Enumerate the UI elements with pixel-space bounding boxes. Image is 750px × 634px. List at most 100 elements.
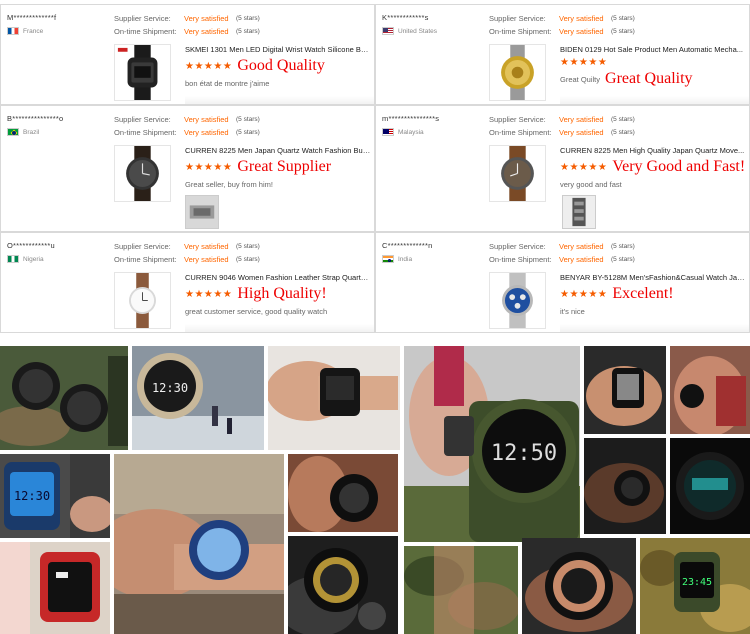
supplier-service-stars: (5 stars) xyxy=(236,15,260,22)
ontime-shipment-value: Very satisfied xyxy=(184,254,229,264)
rating-stars: ★★★★★ xyxy=(185,161,233,173)
supplier-service-value: Very satisfied xyxy=(559,242,604,251)
product-title-link[interactable]: BENYAR BY-5128M Men'sFashion&Casual Watc… xyxy=(560,273,746,282)
collage-photo[interactable]: 12:50 xyxy=(404,346,580,542)
supplier-service-label: Supplier Service: xyxy=(114,115,171,124)
rating-stars: ★★★★★ xyxy=(185,288,233,300)
ontime-shipment-stars: (5 stars) xyxy=(236,27,260,35)
collage-photo[interactable] xyxy=(522,538,636,634)
product-title-link[interactable]: CURREN 9046 Women Fashion Leather Strap … xyxy=(185,273,371,282)
reviews-section: M*************f France Supplier Service:… xyxy=(0,0,750,334)
country-name: India xyxy=(398,255,413,263)
review-comment: very good and fast xyxy=(560,180,622,189)
review-headline: Excelent! xyxy=(612,285,674,302)
product-thumbnail[interactable] xyxy=(489,44,546,101)
collage-photo[interactable] xyxy=(268,346,400,450)
supplier-service-stars: (5 stars) xyxy=(236,243,260,250)
product-thumbnail[interactable] xyxy=(489,145,546,202)
collage-photo[interactable] xyxy=(670,438,750,534)
review-card: m***************s Malaysia Supplier Serv… xyxy=(375,105,750,232)
seller-ratings: Supplier Service: Very satisfied (5 stars)… xyxy=(489,241,635,266)
rating-stars: ★★★★★ xyxy=(185,60,233,72)
supplier-service-stars: (5 stars) xyxy=(611,15,635,22)
buyer-country: Malaysia xyxy=(382,128,424,136)
review-comment: great customer service, good quality wat… xyxy=(185,307,328,316)
watch-time-readout: 12:50 xyxy=(491,441,557,466)
country-name: Malaysia xyxy=(398,128,424,136)
review-photo-image xyxy=(186,196,218,228)
ontime-shipment-stars: (5 stars) xyxy=(611,27,635,35)
supplier-service-label: Supplier Service: xyxy=(489,14,546,23)
review-photo[interactable] xyxy=(185,195,219,229)
collage-photo[interactable] xyxy=(288,536,398,634)
ontime-shipment-label: On-time Shipment: xyxy=(114,26,177,36)
product-title-link[interactable]: CURREN 8225 Men High Quality Japan Quart… xyxy=(560,146,746,155)
supplier-service-value: Very satisfied xyxy=(559,14,604,23)
collage-photo[interactable]: 23:45 xyxy=(640,538,750,634)
review-content: CURREN 8225 Men Japan Quartz Watch Fashi… xyxy=(185,146,371,189)
review-content: SKMEI 1301 Men LED Digital Wrist Watch S… xyxy=(185,45,371,88)
ontime-shipment-value: Very satisfied xyxy=(559,26,604,36)
buyer-name: K************s xyxy=(382,13,429,22)
watch-time-readout: 23:45 xyxy=(682,577,712,588)
supplier-service-label: Supplier Service: xyxy=(489,242,546,251)
collage-photo[interactable]: 12:30 xyxy=(0,454,110,538)
country-name: Brazil xyxy=(23,128,40,136)
buyer-name: O************u xyxy=(7,241,55,250)
product-title-link[interactable]: BIDEN 0129 Hot Sale Product Men Automati… xyxy=(560,45,746,54)
collage-photo[interactable] xyxy=(288,454,398,532)
buyer-name: M*************f xyxy=(7,13,57,22)
brazil-flag-icon xyxy=(7,128,19,136)
product-thumbnail[interactable] xyxy=(114,145,171,202)
collage-photo[interactable] xyxy=(0,346,128,450)
collage-photo[interactable] xyxy=(584,346,666,434)
watch-image xyxy=(115,45,170,100)
collage-photo[interactable]: 12:30 xyxy=(132,346,264,450)
collage-photo[interactable] xyxy=(114,454,284,634)
seller-ratings: Supplier Service: Very satisfied (5 stars)… xyxy=(489,114,635,139)
product-thumbnail[interactable] xyxy=(114,272,171,329)
seller-ratings: Supplier Service: Very satisfied (5 stars)… xyxy=(114,241,260,266)
product-photo-collage: 12:30 12:50 12:30 23:45 xyxy=(0,342,750,634)
watch-time-readout: 12:30 xyxy=(14,489,50,503)
review-headline: High Quality! xyxy=(237,285,327,302)
rating-stars: ★★★★★ xyxy=(560,161,608,173)
review-comment: Great seller, buy from him! xyxy=(185,180,273,189)
watch-image xyxy=(490,45,545,100)
review-card: O************u Nigeria Supplier Service:… xyxy=(0,232,375,333)
review-content: BENYAR BY-5128M Men'sFashion&Casual Watc… xyxy=(560,273,746,316)
review-headline: Good Quality xyxy=(237,57,325,74)
collage-photo[interactable] xyxy=(670,346,750,434)
ontime-shipment-value: Very satisfied xyxy=(559,127,604,137)
buyer-name: C*************n xyxy=(382,241,433,250)
review-comment: Great Quilty xyxy=(560,74,601,84)
product-title-link[interactable]: CURREN 8225 Men Japan Quartz Watch Fashi… xyxy=(185,146,371,155)
review-headline: Great Supplier xyxy=(237,158,332,175)
product-title-link[interactable]: SKMEI 1301 Men LED Digital Wrist Watch S… xyxy=(185,45,371,54)
country-name: United States xyxy=(398,27,438,35)
supplier-service-stars: (5 stars) xyxy=(611,243,635,250)
watch-image xyxy=(115,273,170,328)
buyer-name: m***************s xyxy=(382,114,440,123)
watch-image xyxy=(490,273,545,328)
collage-photo[interactable] xyxy=(404,546,518,634)
review-comment: bon état de montre j'aime xyxy=(185,79,270,88)
product-thumbnail[interactable] xyxy=(114,44,171,101)
seller-ratings: Supplier Service: Very satisfied (5 stars)… xyxy=(114,114,260,139)
collage-photo[interactable] xyxy=(0,542,110,634)
collage-photo[interactable] xyxy=(584,438,666,534)
product-thumbnail[interactable] xyxy=(489,272,546,329)
review-card: K************s United States Supplier Se… xyxy=(375,4,750,105)
nigeria-flag-icon xyxy=(7,255,19,263)
review-content: CURREN 9046 Women Fashion Leather Strap … xyxy=(185,273,371,316)
review-photo[interactable] xyxy=(562,195,596,229)
ontime-shipment-stars: (5 stars) xyxy=(236,128,260,136)
ontime-shipment-value: Very satisfied xyxy=(184,127,229,137)
supplier-service-stars: (5 stars) xyxy=(236,116,260,123)
buyer-country: United States xyxy=(382,27,437,35)
ontime-shipment-label: On-time Shipment: xyxy=(489,26,552,36)
buyer-country: India xyxy=(382,255,412,263)
seller-ratings: Supplier Service: Very satisfied (5 stars)… xyxy=(489,13,635,38)
review-content: CURREN 8225 Men High Quality Japan Quart… xyxy=(560,146,746,189)
supplier-service-label: Supplier Service: xyxy=(489,115,546,124)
